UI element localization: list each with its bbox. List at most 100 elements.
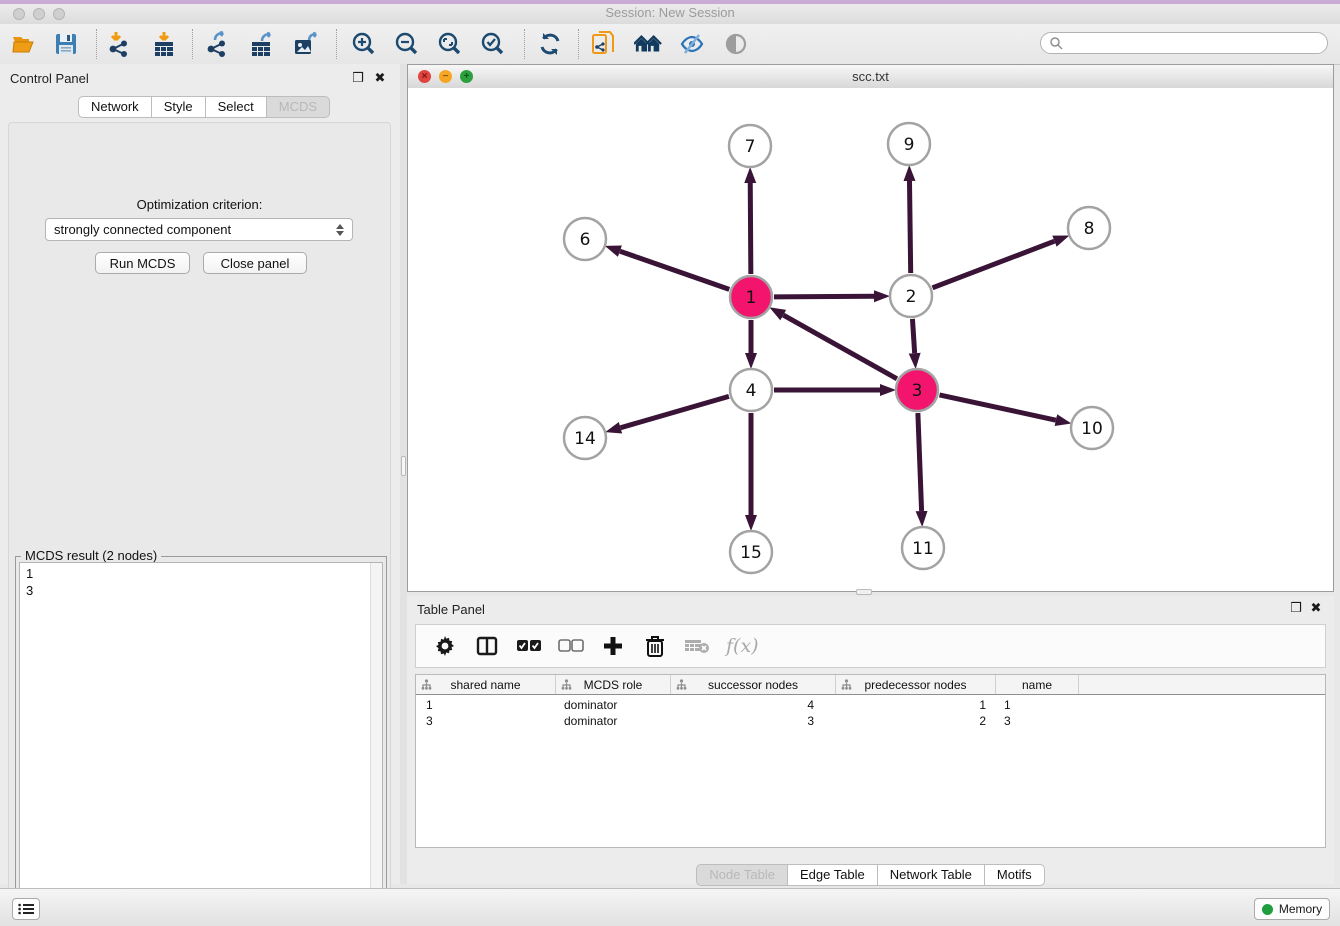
graph-edge-1-6[interactable] (620, 251, 729, 289)
node-table: shared name MCDS role successor nodes pr… (415, 674, 1326, 848)
cell-predecessor-nodes[interactable]: 1 (836, 697, 996, 713)
hide-selected-icon[interactable] (678, 30, 706, 58)
main-toolbar (0, 24, 1340, 65)
network-canvas[interactable]: 1234678910111415 (408, 88, 1333, 591)
gear-icon[interactable] (432, 633, 458, 659)
graph-edge-3-10[interactable] (939, 395, 1055, 420)
cell-successor-nodes[interactable]: 4 (671, 697, 836, 713)
show-all-icon[interactable] (722, 30, 750, 58)
float-table-panel-icon[interactable]: ❒ (1288, 600, 1304, 616)
cell-name[interactable]: 3 (996, 713, 1079, 729)
cell-predecessor-nodes[interactable]: 2 (836, 713, 996, 729)
horizontal-splitter-handle[interactable] (856, 589, 872, 595)
control-panel: Control Panel ❒ ✖ Network Style Select M… (0, 64, 400, 884)
search-field[interactable] (1040, 32, 1328, 54)
graph-node-label: 8 (1084, 219, 1095, 239)
deselect-all-checkboxes-icon[interactable] (558, 633, 584, 659)
mcds-result-textarea[interactable]: 1 3 (19, 562, 383, 926)
table-tabs: Node Table Edge Table Network Table Moti… (407, 864, 1334, 886)
graph-node-label: 9 (904, 135, 915, 155)
graph-edge-1-2[interactable] (774, 296, 874, 297)
tab-mcds[interactable]: MCDS (267, 96, 330, 118)
column-header-shared-name[interactable]: shared name (416, 675, 556, 694)
zoom-fit-icon[interactable] (435, 30, 463, 58)
close-panel-button[interactable]: Close panel (203, 252, 307, 274)
column-header-filler (1079, 675, 1325, 694)
save-session-icon[interactable] (52, 30, 80, 58)
toolbar-separator (578, 29, 579, 59)
float-panel-icon[interactable]: ❒ (350, 70, 366, 86)
cell-shared-name[interactable]: 3 (416, 713, 556, 729)
optimization-criterion-label: Optimization criterion: (9, 197, 390, 212)
import-table-icon[interactable] (150, 30, 178, 58)
export-image-icon[interactable] (292, 30, 320, 58)
toolbar-separator (96, 29, 97, 59)
zoom-in-icon[interactable] (349, 30, 377, 58)
select-all-checkboxes-icon[interactable] (516, 633, 542, 659)
graph-node-label: 15 (740, 543, 762, 563)
new-network-from-selection-icon[interactable] (590, 30, 618, 58)
split-columns-icon[interactable] (474, 633, 500, 659)
graph-edge-2-8[interactable] (932, 241, 1054, 288)
tab-edge-table[interactable]: Edge Table (788, 864, 878, 886)
optimization-criterion-select[interactable]: strongly connected component (45, 218, 353, 241)
toolbar-separator (524, 29, 525, 59)
close-panel-icon[interactable]: ✖ (372, 70, 388, 86)
graph-edge-4-14[interactable] (621, 396, 729, 427)
column-header-successor-nodes[interactable]: successor nodes (671, 675, 836, 694)
delete-icon[interactable] (642, 633, 668, 659)
column-header-name[interactable]: name (996, 675, 1079, 694)
application-window: Session: New Session (0, 0, 1340, 926)
first-neighbors-icon[interactable] (634, 30, 662, 58)
zoom-selected-icon[interactable] (478, 30, 506, 58)
open-session-icon[interactable] (10, 30, 38, 58)
cell-mcds-role[interactable]: dominator (556, 713, 671, 729)
show-panels-list-button[interactable] (12, 898, 40, 920)
column-header-predecessor-nodes[interactable]: predecessor nodes (836, 675, 996, 694)
close-table-panel-icon[interactable]: ✖ (1308, 600, 1324, 616)
function-builder-icon[interactable]: f(x) (726, 633, 759, 659)
mcds-tab-content: Optimization criterion: strongly connect… (8, 122, 391, 926)
graph-edge-1-7[interactable] (750, 183, 751, 274)
import-network-icon[interactable] (106, 30, 134, 58)
toolbar-separator (192, 29, 193, 59)
control-panel-header: Control Panel ❒ ✖ (0, 64, 400, 92)
graph-node-label: 11 (912, 539, 934, 559)
zoom-out-icon[interactable] (392, 30, 420, 58)
cell-name[interactable]: 1 (996, 697, 1079, 713)
graph-edge-2-3[interactable] (912, 319, 914, 353)
mcds-result-group: MCDS result (2 nodes) 1 3 (15, 556, 387, 926)
search-icon (1049, 36, 1063, 50)
export-table-icon[interactable] (248, 30, 276, 58)
cell-successor-nodes[interactable]: 3 (671, 713, 836, 729)
column-header-mcds-role[interactable]: MCDS role (556, 675, 671, 694)
cell-mcds-role[interactable]: dominator (556, 697, 671, 713)
tab-select[interactable]: Select (206, 96, 267, 118)
tab-network-table[interactable]: Network Table (878, 864, 985, 886)
tab-network[interactable]: Network (78, 96, 152, 118)
graph-edge-3-1[interactable] (783, 315, 897, 379)
table-row[interactable]: 1 dominator 4 1 1 (416, 697, 1325, 713)
run-mcds-button[interactable]: Run MCDS (95, 252, 190, 274)
tab-node-table[interactable]: Node Table (696, 864, 788, 886)
graph-node-label: 3 (912, 381, 923, 401)
memory-button[interactable]: Memory (1254, 898, 1330, 920)
control-panel-tabs: Network Style Select MCDS (78, 96, 330, 118)
table-header-row: shared name MCDS role successor nodes pr… (416, 675, 1325, 695)
table-row[interactable]: 3 dominator 3 2 3 (416, 713, 1325, 729)
graph-edge-3-11[interactable] (918, 413, 922, 511)
export-network-icon[interactable] (204, 30, 232, 58)
graph-edge-2-9[interactable] (909, 181, 910, 273)
search-input[interactable] (1063, 35, 1327, 51)
titlebar-accent (0, 0, 1340, 4)
delete-table-icon[interactable] (684, 633, 710, 659)
cell-shared-name[interactable]: 1 (416, 697, 556, 713)
window-title: Session: New Session (0, 5, 1340, 20)
column-type-icon (421, 679, 432, 690)
add-icon[interactable] (600, 633, 626, 659)
result-scrollbar[interactable] (370, 563, 382, 925)
tab-motifs[interactable]: Motifs (985, 864, 1045, 886)
tab-style[interactable]: Style (152, 96, 206, 118)
refresh-view-icon[interactable] (536, 30, 564, 58)
vertical-splitter-handle[interactable] (401, 456, 406, 476)
